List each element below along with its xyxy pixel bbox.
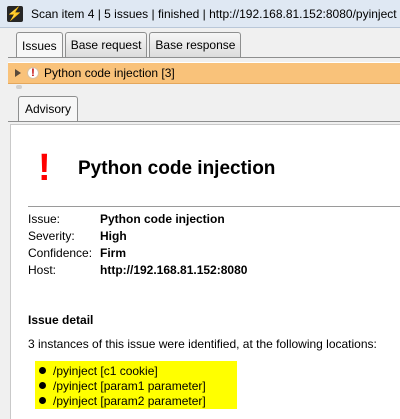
- meta-value-severity: High: [100, 229, 127, 243]
- bullet-icon: [39, 367, 46, 374]
- meta-label-severity: Severity:: [28, 229, 75, 243]
- meta-value-host: http://192.168.81.152:8080: [100, 263, 248, 277]
- bullet-icon: [39, 397, 46, 404]
- meta-value-issue: Python code injection: [100, 212, 225, 226]
- window-title: Scan item 4 | 5 issues | finished | http…: [31, 6, 397, 21]
- burp-logo-icon: ⚡: [6, 5, 24, 22]
- severity-exclamation-icon: !: [38, 147, 51, 189]
- pane-splitter[interactable]: [8, 85, 400, 89]
- location-text: /pyinject [param2 parameter]: [53, 393, 206, 408]
- subtabs-divider: [8, 121, 400, 122]
- issue-detail-text: 3 instances of this issue were identifie…: [28, 337, 377, 351]
- tab-base-response[interactable]: Base response: [149, 32, 242, 57]
- tab-base-request[interactable]: Base request: [64, 32, 148, 57]
- detail-tabs: Advisory: [18, 96, 79, 121]
- meta-label-issue: Issue:: [28, 212, 61, 226]
- tab-issues[interactable]: Issues: [16, 32, 63, 58]
- locations-list: /pyinject [c1 cookie] /pyinject [param1 …: [35, 361, 237, 409]
- location-text: /pyinject [param1 parameter]: [53, 378, 206, 393]
- list-item: /pyinject [c1 cookie]: [35, 363, 237, 378]
- advisory-title: Python code injection: [78, 158, 276, 179]
- high-severity-icon: !: [27, 67, 39, 79]
- issue-row-label: Python code injection [3]: [44, 66, 175, 80]
- meta-value-confidence: Firm: [100, 246, 127, 260]
- expand-arrow-icon[interactable]: [15, 69, 21, 77]
- meta-label-confidence: Confidence:: [28, 246, 93, 260]
- bullet-icon: [39, 382, 46, 389]
- meta-label-host: Host:: [28, 263, 57, 277]
- location-text: /pyinject [c1 cookie]: [53, 363, 158, 378]
- main-tabs: Issues Base request Base response: [16, 32, 243, 58]
- advisory-divider: [28, 206, 400, 207]
- issue-tree-row[interactable]: ! Python code injection [3]: [8, 62, 400, 84]
- list-item: /pyinject [param1 parameter]: [35, 378, 237, 393]
- tabs-divider: [8, 57, 400, 58]
- issue-detail-heading: Issue detail: [28, 313, 94, 327]
- tab-advisory[interactable]: Advisory: [18, 96, 79, 121]
- list-item: /pyinject [param2 parameter]: [35, 393, 237, 408]
- splitter-grip-icon[interactable]: [16, 85, 22, 89]
- title-bar: ⚡ Scan item 4 | 5 issues | finished | ht…: [0, 0, 400, 28]
